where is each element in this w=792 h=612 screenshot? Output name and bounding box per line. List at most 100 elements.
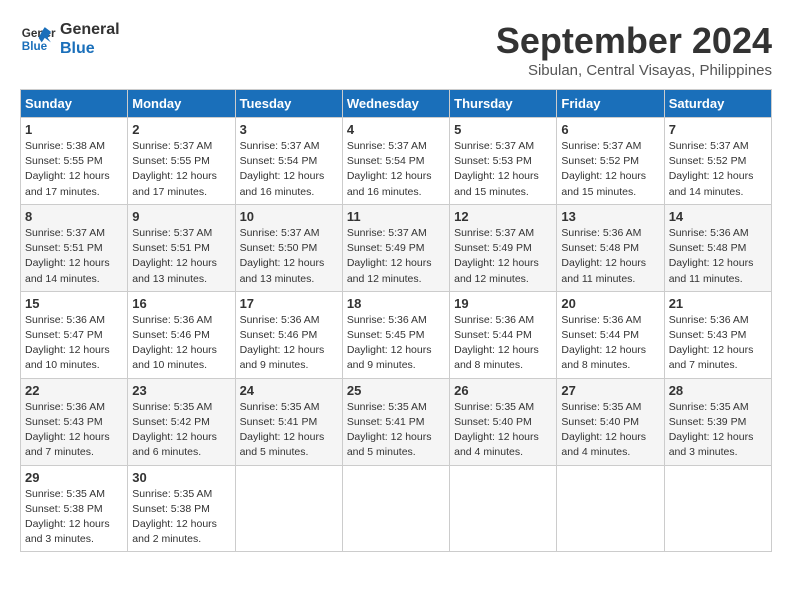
day-number: 11 [347, 209, 445, 224]
day-number: 8 [25, 209, 123, 224]
day-number: 7 [669, 122, 767, 137]
calendar-day-22: 22Sunrise: 5:36 AMSunset: 5:43 PMDayligh… [21, 378, 128, 465]
day-info: Sunrise: 5:37 AMSunset: 5:49 PMDaylight:… [347, 227, 432, 285]
calendar-day-empty [664, 465, 771, 552]
day-info: Sunrise: 5:37 AMSunset: 5:52 PMDaylight:… [669, 140, 754, 198]
logo-text-general: General [60, 20, 120, 39]
col-header-sunday: Sunday [21, 90, 128, 118]
calendar-day-7: 7 Sunrise: 5:37 AMSunset: 5:52 PMDaylight… [664, 118, 771, 205]
day-info: Sunrise: 5:35 AMSunset: 5:38 PMDaylight:… [132, 488, 217, 546]
day-number: 22 [25, 383, 123, 398]
day-number: 18 [347, 296, 445, 311]
day-number: 5 [454, 122, 552, 137]
calendar-day-18: 18 Sunrise: 5:36 AMSunset: 5:45 PMDayligh… [342, 291, 449, 378]
day-info: Sunrise: 5:37 AMSunset: 5:54 PMDaylight:… [240, 140, 325, 198]
day-number: 13 [561, 209, 659, 224]
calendar-week-4: 22Sunrise: 5:36 AMSunset: 5:43 PMDayligh… [21, 378, 772, 465]
calendar-week-2: 8 Sunrise: 5:37 AMSunset: 5:51 PMDaylight… [21, 204, 772, 291]
svg-text:Blue: Blue [22, 40, 48, 53]
day-number: 15 [25, 296, 123, 311]
day-info: Sunrise: 5:36 AMSunset: 5:48 PMDaylight:… [561, 227, 646, 285]
day-info: Sunrise: 5:35 AMSunset: 5:40 PMDaylight:… [454, 401, 539, 459]
calendar-day-15: 15Sunrise: 5:36 AMSunset: 5:47 PMDayligh… [21, 291, 128, 378]
day-number: 4 [347, 122, 445, 137]
day-number: 6 [561, 122, 659, 137]
logo-text-blue: Blue [60, 39, 120, 58]
day-info: Sunrise: 5:36 AMSunset: 5:45 PMDaylight:… [347, 314, 432, 372]
calendar-day-4: 4 Sunrise: 5:37 AMSunset: 5:54 PMDaylight… [342, 118, 449, 205]
day-number: 26 [454, 383, 552, 398]
svg-text:General: General [22, 27, 56, 40]
calendar-day-13: 13 Sunrise: 5:36 AMSunset: 5:48 PMDayligh… [557, 204, 664, 291]
day-number: 17 [240, 296, 338, 311]
col-header-monday: Monday [128, 90, 235, 118]
day-info: Sunrise: 5:38 AMSunset: 5:55 PMDaylight:… [25, 140, 110, 198]
col-header-wednesday: Wednesday [342, 90, 449, 118]
calendar-day-empty [450, 465, 557, 552]
day-info: Sunrise: 5:36 AMSunset: 5:46 PMDaylight:… [132, 314, 217, 372]
logo-icon: General Blue [20, 21, 56, 57]
day-info: Sunrise: 5:35 AMSunset: 5:39 PMDaylight:… [669, 401, 754, 459]
calendar-day-21: 21Sunrise: 5:36 AMSunset: 5:43 PMDayligh… [664, 291, 771, 378]
day-info: Sunrise: 5:35 AMSunset: 5:41 PMDaylight:… [347, 401, 432, 459]
day-info: Sunrise: 5:37 AMSunset: 5:54 PMDaylight:… [347, 140, 432, 198]
day-number: 21 [669, 296, 767, 311]
day-info: Sunrise: 5:36 AMSunset: 5:48 PMDaylight:… [669, 227, 754, 285]
day-number: 12 [454, 209, 552, 224]
calendar-day-19: 19Sunrise: 5:36 AMSunset: 5:44 PMDayligh… [450, 291, 557, 378]
day-number: 1 [25, 122, 123, 137]
calendar-day-17: 17Sunrise: 5:36 AMSunset: 5:46 PMDayligh… [235, 291, 342, 378]
day-number: 29 [25, 470, 123, 485]
calendar-day-24: 24 Sunrise: 5:35 AMSunset: 5:41 PMDayligh… [235, 378, 342, 465]
page-header: General Blue General Blue September 2024… [20, 20, 772, 79]
calendar-day-25: 25 Sunrise: 5:35 AMSunset: 5:41 PMDayligh… [342, 378, 449, 465]
calendar-week-1: 1 Sunrise: 5:38 AMSunset: 5:55 PMDaylight… [21, 118, 772, 205]
day-info: Sunrise: 5:37 AMSunset: 5:51 PMDaylight:… [25, 227, 110, 285]
month-title: September 2024 [496, 20, 772, 62]
calendar-day-16: 16 Sunrise: 5:36 AMSunset: 5:46 PMDayligh… [128, 291, 235, 378]
day-info: Sunrise: 5:35 AMSunset: 5:41 PMDaylight:… [240, 401, 325, 459]
day-info: Sunrise: 5:37 AMSunset: 5:50 PMDaylight:… [240, 227, 325, 285]
day-number: 24 [240, 383, 338, 398]
calendar-day-8: 8 Sunrise: 5:37 AMSunset: 5:51 PMDaylight… [21, 204, 128, 291]
day-number: 30 [132, 470, 230, 485]
calendar-week-3: 15Sunrise: 5:36 AMSunset: 5:47 PMDayligh… [21, 291, 772, 378]
location-title: Sibulan, Central Visayas, Philippines [496, 62, 772, 79]
logo: General Blue General Blue [20, 20, 120, 58]
calendar-day-20: 20 Sunrise: 5:36 AMSunset: 5:44 PMDayligh… [557, 291, 664, 378]
calendar-header-row: SundayMondayTuesdayWednesdayThursdayFrid… [21, 90, 772, 118]
calendar-day-1: 1 Sunrise: 5:38 AMSunset: 5:55 PMDaylight… [21, 118, 128, 205]
calendar-day-empty [342, 465, 449, 552]
day-number: 3 [240, 122, 338, 137]
day-number: 25 [347, 383, 445, 398]
calendar-day-14: 14Sunrise: 5:36 AMSunset: 5:48 PMDayligh… [664, 204, 771, 291]
calendar-day-9: 9Sunrise: 5:37 AMSunset: 5:51 PMDaylight… [128, 204, 235, 291]
day-info: Sunrise: 5:35 AMSunset: 5:42 PMDaylight:… [132, 401, 217, 459]
day-number: 10 [240, 209, 338, 224]
day-number: 16 [132, 296, 230, 311]
day-number: 19 [454, 296, 552, 311]
day-info: Sunrise: 5:37 AMSunset: 5:52 PMDaylight:… [561, 140, 646, 198]
calendar-day-30: 30 Sunrise: 5:35 AMSunset: 5:38 PMDayligh… [128, 465, 235, 552]
calendar-day-11: 11 Sunrise: 5:37 AMSunset: 5:49 PMDayligh… [342, 204, 449, 291]
day-info: Sunrise: 5:37 AMSunset: 5:49 PMDaylight:… [454, 227, 539, 285]
day-number: 2 [132, 122, 230, 137]
day-number: 9 [132, 209, 230, 224]
col-header-friday: Friday [557, 90, 664, 118]
day-number: 27 [561, 383, 659, 398]
calendar-week-5: 29 Sunrise: 5:35 AMSunset: 5:38 PMDayligh… [21, 465, 772, 552]
calendar-table: SundayMondayTuesdayWednesdayThursdayFrid… [20, 89, 772, 552]
calendar-day-26: 26 Sunrise: 5:35 AMSunset: 5:40 PMDayligh… [450, 378, 557, 465]
calendar-day-2: 2Sunrise: 5:37 AMSunset: 5:55 PMDaylight… [128, 118, 235, 205]
calendar-day-5: 5 Sunrise: 5:37 AMSunset: 5:53 PMDaylight… [450, 118, 557, 205]
day-info: Sunrise: 5:36 AMSunset: 5:44 PMDaylight:… [561, 314, 646, 372]
col-header-thursday: Thursday [450, 90, 557, 118]
day-info: Sunrise: 5:37 AMSunset: 5:53 PMDaylight:… [454, 140, 539, 198]
calendar-day-6: 6 Sunrise: 5:37 AMSunset: 5:52 PMDaylight… [557, 118, 664, 205]
calendar-day-12: 12 Sunrise: 5:37 AMSunset: 5:49 PMDayligh… [450, 204, 557, 291]
day-number: 20 [561, 296, 659, 311]
day-number: 23 [132, 383, 230, 398]
calendar-day-29: 29Sunrise: 5:35 AMSunset: 5:38 PMDayligh… [21, 465, 128, 552]
calendar-day-28: 28Sunrise: 5:35 AMSunset: 5:39 PMDayligh… [664, 378, 771, 465]
calendar-day-empty [557, 465, 664, 552]
